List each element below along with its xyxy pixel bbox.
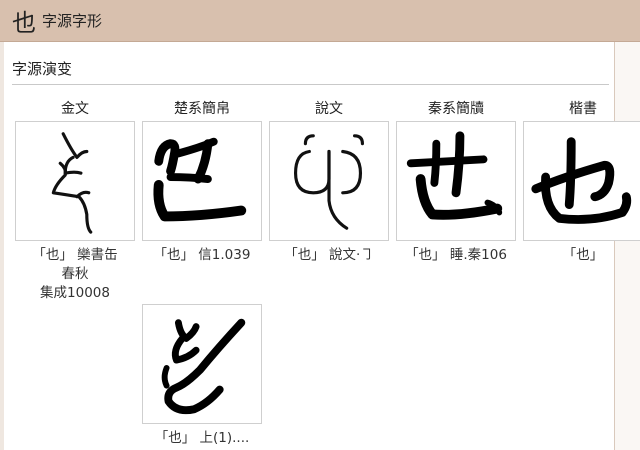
glyph-caption: 「也」 欒書缶 春秋 集成10008 <box>32 247 118 301</box>
glyph-caption: 「也」 睡.秦106 <box>405 247 507 263</box>
qin-bamboo-ye-icon[interactable] <box>396 121 516 241</box>
title-character: 也 <box>12 9 36 37</box>
glyph-caption: 「也」 信1.039 <box>153 247 251 263</box>
section-title: 字源演变 <box>12 60 73 78</box>
column-header-kaishu: 楷書 <box>569 101 597 117</box>
bronze-inscription-ye-icon[interactable] <box>15 121 135 241</box>
shuowen-ye-icon[interactable] <box>269 121 389 241</box>
column-header-chu: 楚系簡帛 <box>174 101 230 117</box>
chu-bamboo-ye-icon[interactable] <box>142 121 262 241</box>
panel-title: 字源字形 <box>42 12 103 30</box>
column-header-shuowen: 說文 <box>315 101 343 117</box>
column-header-qin: 秦系簡牘 <box>428 101 484 117</box>
title-bar: 也 字源字形 <box>0 0 640 42</box>
regular-script-ye-icon[interactable] <box>523 121 640 241</box>
glyph-caption: 「也」 說文‧㇆ <box>284 247 374 263</box>
section-divider <box>12 84 609 85</box>
column-header-jinwen: 金文 <box>61 101 89 117</box>
glyph-caption: 「也」 <box>562 247 604 263</box>
left-edge <box>0 42 4 450</box>
chu-variant-ye-icon[interactable] <box>142 304 262 424</box>
glyph-caption: 「也」 上(1).... <box>154 430 250 446</box>
